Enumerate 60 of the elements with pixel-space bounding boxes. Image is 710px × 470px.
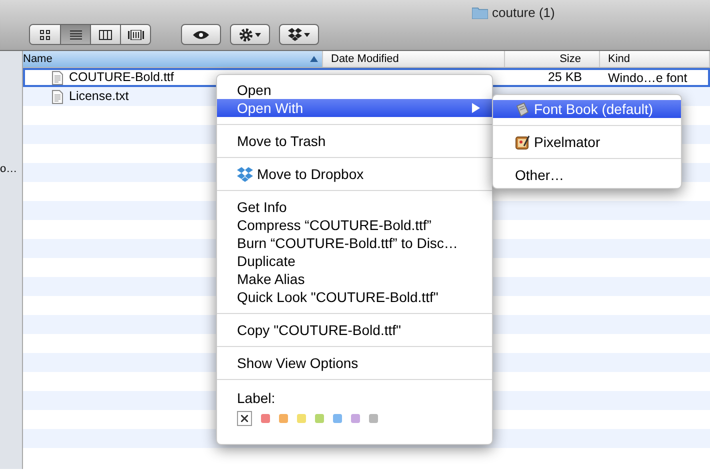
no-label-button[interactable]	[237, 411, 252, 426]
file-kind: Windo…e font	[608, 70, 688, 85]
menu-item[interactable]: Burn “COUTURE-Bold.ttf” to Disc…	[217, 234, 492, 252]
menu-label: Label:	[236, 389, 276, 407]
caret-icon	[255, 32, 261, 36]
close-icon	[241, 415, 248, 422]
menu-item[interactable]: Show View Options	[217, 354, 492, 372]
cover-flow-icon	[128, 30, 144, 40]
view-mode-button[interactable]	[90, 25, 120, 44]
menu-item[interactable]: Quick Look "COUTURE-Bold.ttf"	[217, 288, 492, 306]
column-header[interactable]: Kind	[600, 51, 710, 67]
window-title: couture (1)	[492, 4, 555, 22]
column-header[interactable]: Date Modified	[323, 51, 505, 67]
menu-item[interactable]: Move to Trash	[217, 132, 492, 150]
dropbox-icon	[237, 166, 253, 182]
menu-item[interactable]: Make Alias	[217, 270, 492, 288]
document-icon	[52, 70, 63, 84]
view-mode-button[interactable]	[120, 25, 150, 44]
label-swatch[interactable]	[369, 414, 378, 423]
sort-arrow-icon	[310, 56, 318, 62]
menu-item[interactable]: Other…	[493, 166, 681, 184]
menu-item[interactable]: Get Info	[217, 198, 492, 216]
book-icon	[515, 102, 530, 116]
label-swatch[interactable]	[351, 414, 360, 423]
label-swatch[interactable]	[261, 414, 270, 423]
menu-item[interactable]: Open With	[217, 99, 492, 117]
menu-item[interactable]: Pixelmator	[493, 133, 681, 151]
dropbox-button[interactable]	[279, 24, 319, 45]
sidebar-item[interactable]: o…	[0, 161, 18, 178]
menu-item[interactable]: Duplicate	[217, 252, 492, 270]
document-icon	[52, 90, 63, 104]
column-header[interactable]: Name	[23, 51, 323, 67]
menu-item[interactable]: Font Book (default)	[493, 100, 681, 118]
paint-palette-icon	[515, 134, 530, 150]
dropbox-icon	[288, 28, 302, 41]
view-switcher[interactable]	[29, 24, 151, 45]
label-swatch[interactable]	[279, 414, 288, 423]
folder-icon	[472, 6, 488, 20]
label-swatch[interactable]	[333, 414, 342, 423]
action-menu-button[interactable]	[230, 24, 270, 45]
caret-icon	[304, 32, 310, 36]
submenu-arrow-icon	[472, 103, 480, 113]
column-header[interactable]: Size	[505, 51, 600, 67]
gear-icon	[239, 28, 253, 42]
eye-icon	[193, 30, 209, 40]
menu-item[interactable]: Open	[217, 81, 492, 99]
file-name: COUTURE-Bold.ttf	[69, 69, 174, 86]
file-name: License.txt	[69, 88, 129, 106]
list-icon	[70, 30, 82, 40]
quick-look-button[interactable]	[181, 24, 221, 45]
grid-icon	[40, 30, 50, 40]
menu-item[interactable]: Copy "COUTURE-Bold.ttf"	[217, 321, 492, 339]
file-size: 25 KB	[548, 69, 582, 86]
label-swatch[interactable]	[315, 414, 324, 423]
menu-item[interactable]: Move to Dropbox	[217, 165, 492, 183]
label-swatch[interactable]	[297, 414, 306, 423]
menu-item[interactable]: Compress “COUTURE-Bold.ttf”	[217, 216, 492, 234]
view-mode-button[interactable]	[60, 25, 90, 44]
view-mode-button[interactable]	[30, 25, 60, 44]
columns-icon	[99, 30, 112, 40]
